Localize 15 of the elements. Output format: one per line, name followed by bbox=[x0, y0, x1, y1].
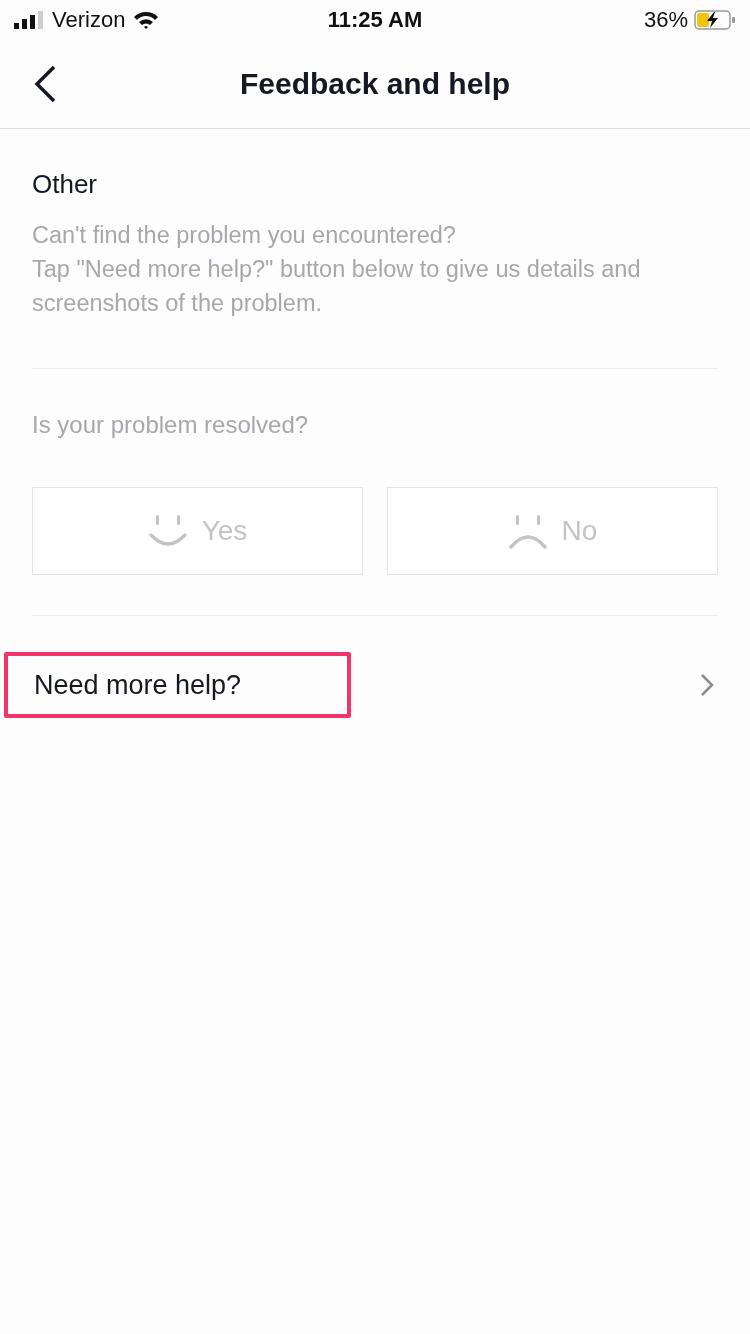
frown-icon bbox=[507, 513, 548, 549]
clock-time: 11:25 AM bbox=[327, 7, 423, 33]
page-title: Feedback and help bbox=[239, 67, 511, 101]
section-description: Can't find the problem you encountered? Tap "Need more help?" button below to give us details and screenshots of the problem. bbox=[32, 218, 718, 369]
battery-percent: 36% bbox=[643, 7, 688, 33]
smiley-icon bbox=[147, 513, 188, 549]
section-title: Other bbox=[32, 169, 99, 200]
chevron-right-icon bbox=[700, 673, 714, 697]
signal-icon bbox=[14, 11, 44, 29]
carrier-name: Verizon bbox=[52, 7, 126, 33]
more-help-link[interactable]: Need more help? bbox=[4, 652, 351, 718]
answer-button[interactable]: No bbox=[387, 487, 718, 575]
wifi-icon bbox=[133, 10, 160, 30]
answer-button[interactable]: Yes bbox=[32, 487, 363, 575]
question-text: Is your problem resolved? bbox=[32, 411, 310, 439]
